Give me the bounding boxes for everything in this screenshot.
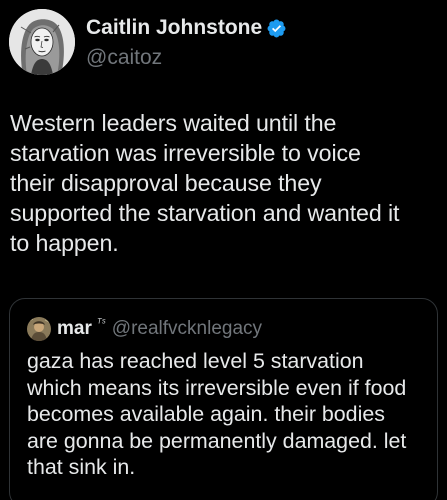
- tweet-text: Western leaders waited until the starvat…: [10, 108, 442, 258]
- tweet-text-line: Western leaders waited until the: [10, 110, 337, 136]
- quoted-tweet-header: mar ᵀˢ @realfvcknlegacy: [27, 316, 262, 342]
- author-name-row: Caitlin Johnstone: [86, 13, 287, 43]
- author-display-name[interactable]: Caitlin Johnstone: [86, 14, 262, 42]
- author-names: Caitlin Johnstone @caitoz: [86, 9, 287, 75]
- quoted-author-name-suffix: ᵀˢ: [96, 316, 106, 329]
- author-handle[interactable]: @caitoz: [86, 44, 287, 71]
- quoted-tweet-card[interactable]: mar ᵀˢ @realfvcknlegacy gaza has reached…: [9, 298, 438, 500]
- quoted-author-display-name[interactable]: mar: [57, 317, 92, 341]
- quoted-author-handle[interactable]: @realfvcknlegacy: [112, 317, 262, 341]
- quoted-tweet-text: gaza has reached level 5 starvation whic…: [27, 348, 437, 481]
- tweet-text-line: their disapproval because they: [10, 170, 322, 196]
- quoted-text-line: gaza has reached level 5 starvation: [27, 349, 364, 373]
- author-avatar[interactable]: [9, 9, 75, 75]
- verified-badge-icon[interactable]: [266, 18, 287, 39]
- tweet-text-line: supported the starvation and wanted it: [10, 200, 400, 226]
- photo-avatar-icon: [27, 317, 51, 341]
- quoted-text-line: which means its irreversible even if foo…: [27, 375, 407, 400]
- quoted-text-line: becomes available again. their bodies: [27, 402, 385, 427]
- tweet-text-line: to happen.: [10, 230, 119, 256]
- tweet-text-line: starvation was irreversible to voice: [10, 140, 361, 166]
- quoted-text-line: are gonna be permanently damaged. let: [27, 428, 407, 453]
- quoted-author-avatar[interactable]: [27, 317, 51, 341]
- portrait-icon: [9, 9, 75, 75]
- quoted-text-line: that sink in.: [27, 455, 136, 480]
- tweet-header: Caitlin Johnstone @caitoz: [9, 9, 439, 75]
